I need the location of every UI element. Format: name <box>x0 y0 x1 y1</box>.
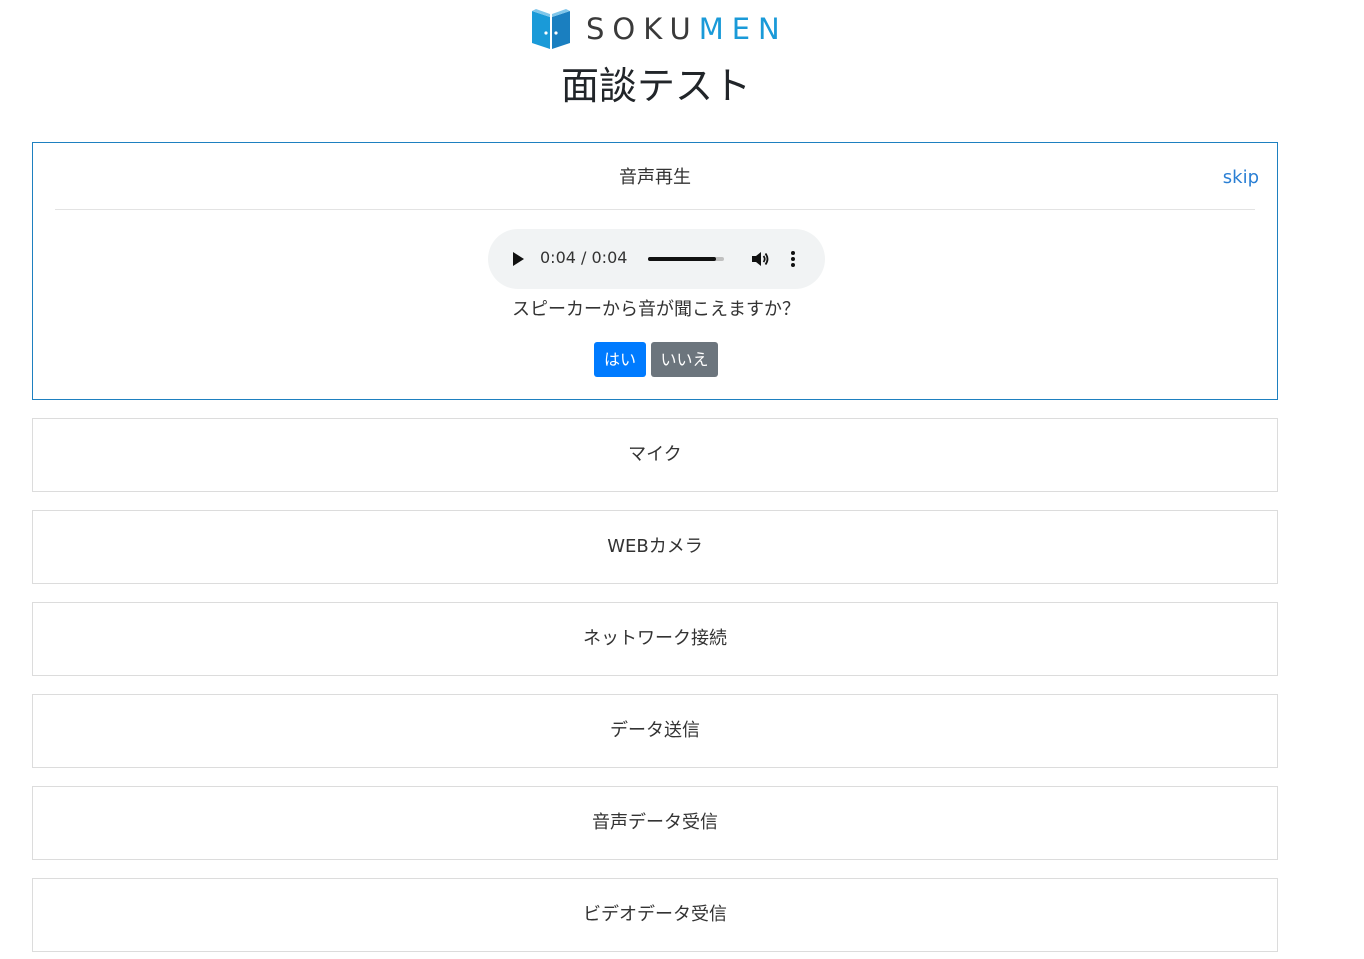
audio-player[interactable]: 0:04 / 0:04 <box>488 229 825 289</box>
step-card-network[interactable]: ネットワーク接続 <box>32 602 1278 676</box>
sokumen-logo: SOKU M EN <box>530 7 788 51</box>
step-card-header: 音声再生 skip <box>55 143 1259 210</box>
step-title: 音声データ受信 <box>592 812 718 833</box>
step-title: データ送信 <box>610 720 700 741</box>
page-title: 面談テスト <box>560 64 751 108</box>
logo-text-dark: SOKU <box>586 12 699 46</box>
audio-progress-slider[interactable] <box>648 257 724 261</box>
step-card-video-receive[interactable]: ビデオデータ受信 <box>32 878 1278 952</box>
play-icon[interactable] <box>510 251 526 267</box>
no-button[interactable]: いいえ <box>651 342 718 377</box>
skip-link[interactable]: skip <box>1223 166 1259 190</box>
step-card-audio-receive[interactable]: 音声データ受信 <box>32 786 1278 860</box>
step-title: マイク <box>628 444 682 465</box>
step-card-audio-playback: 音声再生 skip 0:04 / 0:04 スピーカーから音が聞こえますか？ は… <box>32 142 1278 400</box>
speaker-question: スピーカーから音が聞こえますか？ <box>512 299 800 320</box>
step-card-webcam[interactable]: WEBカメラ <box>32 510 1278 584</box>
step-card-microphone[interactable]: マイク <box>32 418 1278 492</box>
step-card-data-send[interactable]: データ送信 <box>32 694 1278 768</box>
logo-text-accent-rest: EN <box>731 12 788 46</box>
page: SOKU M EN 面談テスト 音声再生 skip 0:04 / 0:04 スピ… <box>0 0 1364 959</box>
step-title: ネットワーク接続 <box>583 628 727 649</box>
answer-buttons: はい いいえ <box>33 342 1279 377</box>
yes-button[interactable]: はい <box>594 342 646 377</box>
logo-text-accent-m: M <box>698 12 732 46</box>
step-title: WEBカメラ <box>607 536 703 557</box>
audio-progress-fill <box>648 257 717 261</box>
step-title: ビデオデータ受信 <box>583 904 727 925</box>
audio-time-display: 0:04 / 0:04 <box>540 248 628 267</box>
more-options-icon[interactable] <box>790 249 796 269</box>
door-logo-icon <box>532 9 570 49</box>
volume-icon[interactable] <box>750 249 770 269</box>
step-title: 音声再生 <box>619 167 691 188</box>
logo-wordmark: SOKU M EN <box>586 7 788 51</box>
